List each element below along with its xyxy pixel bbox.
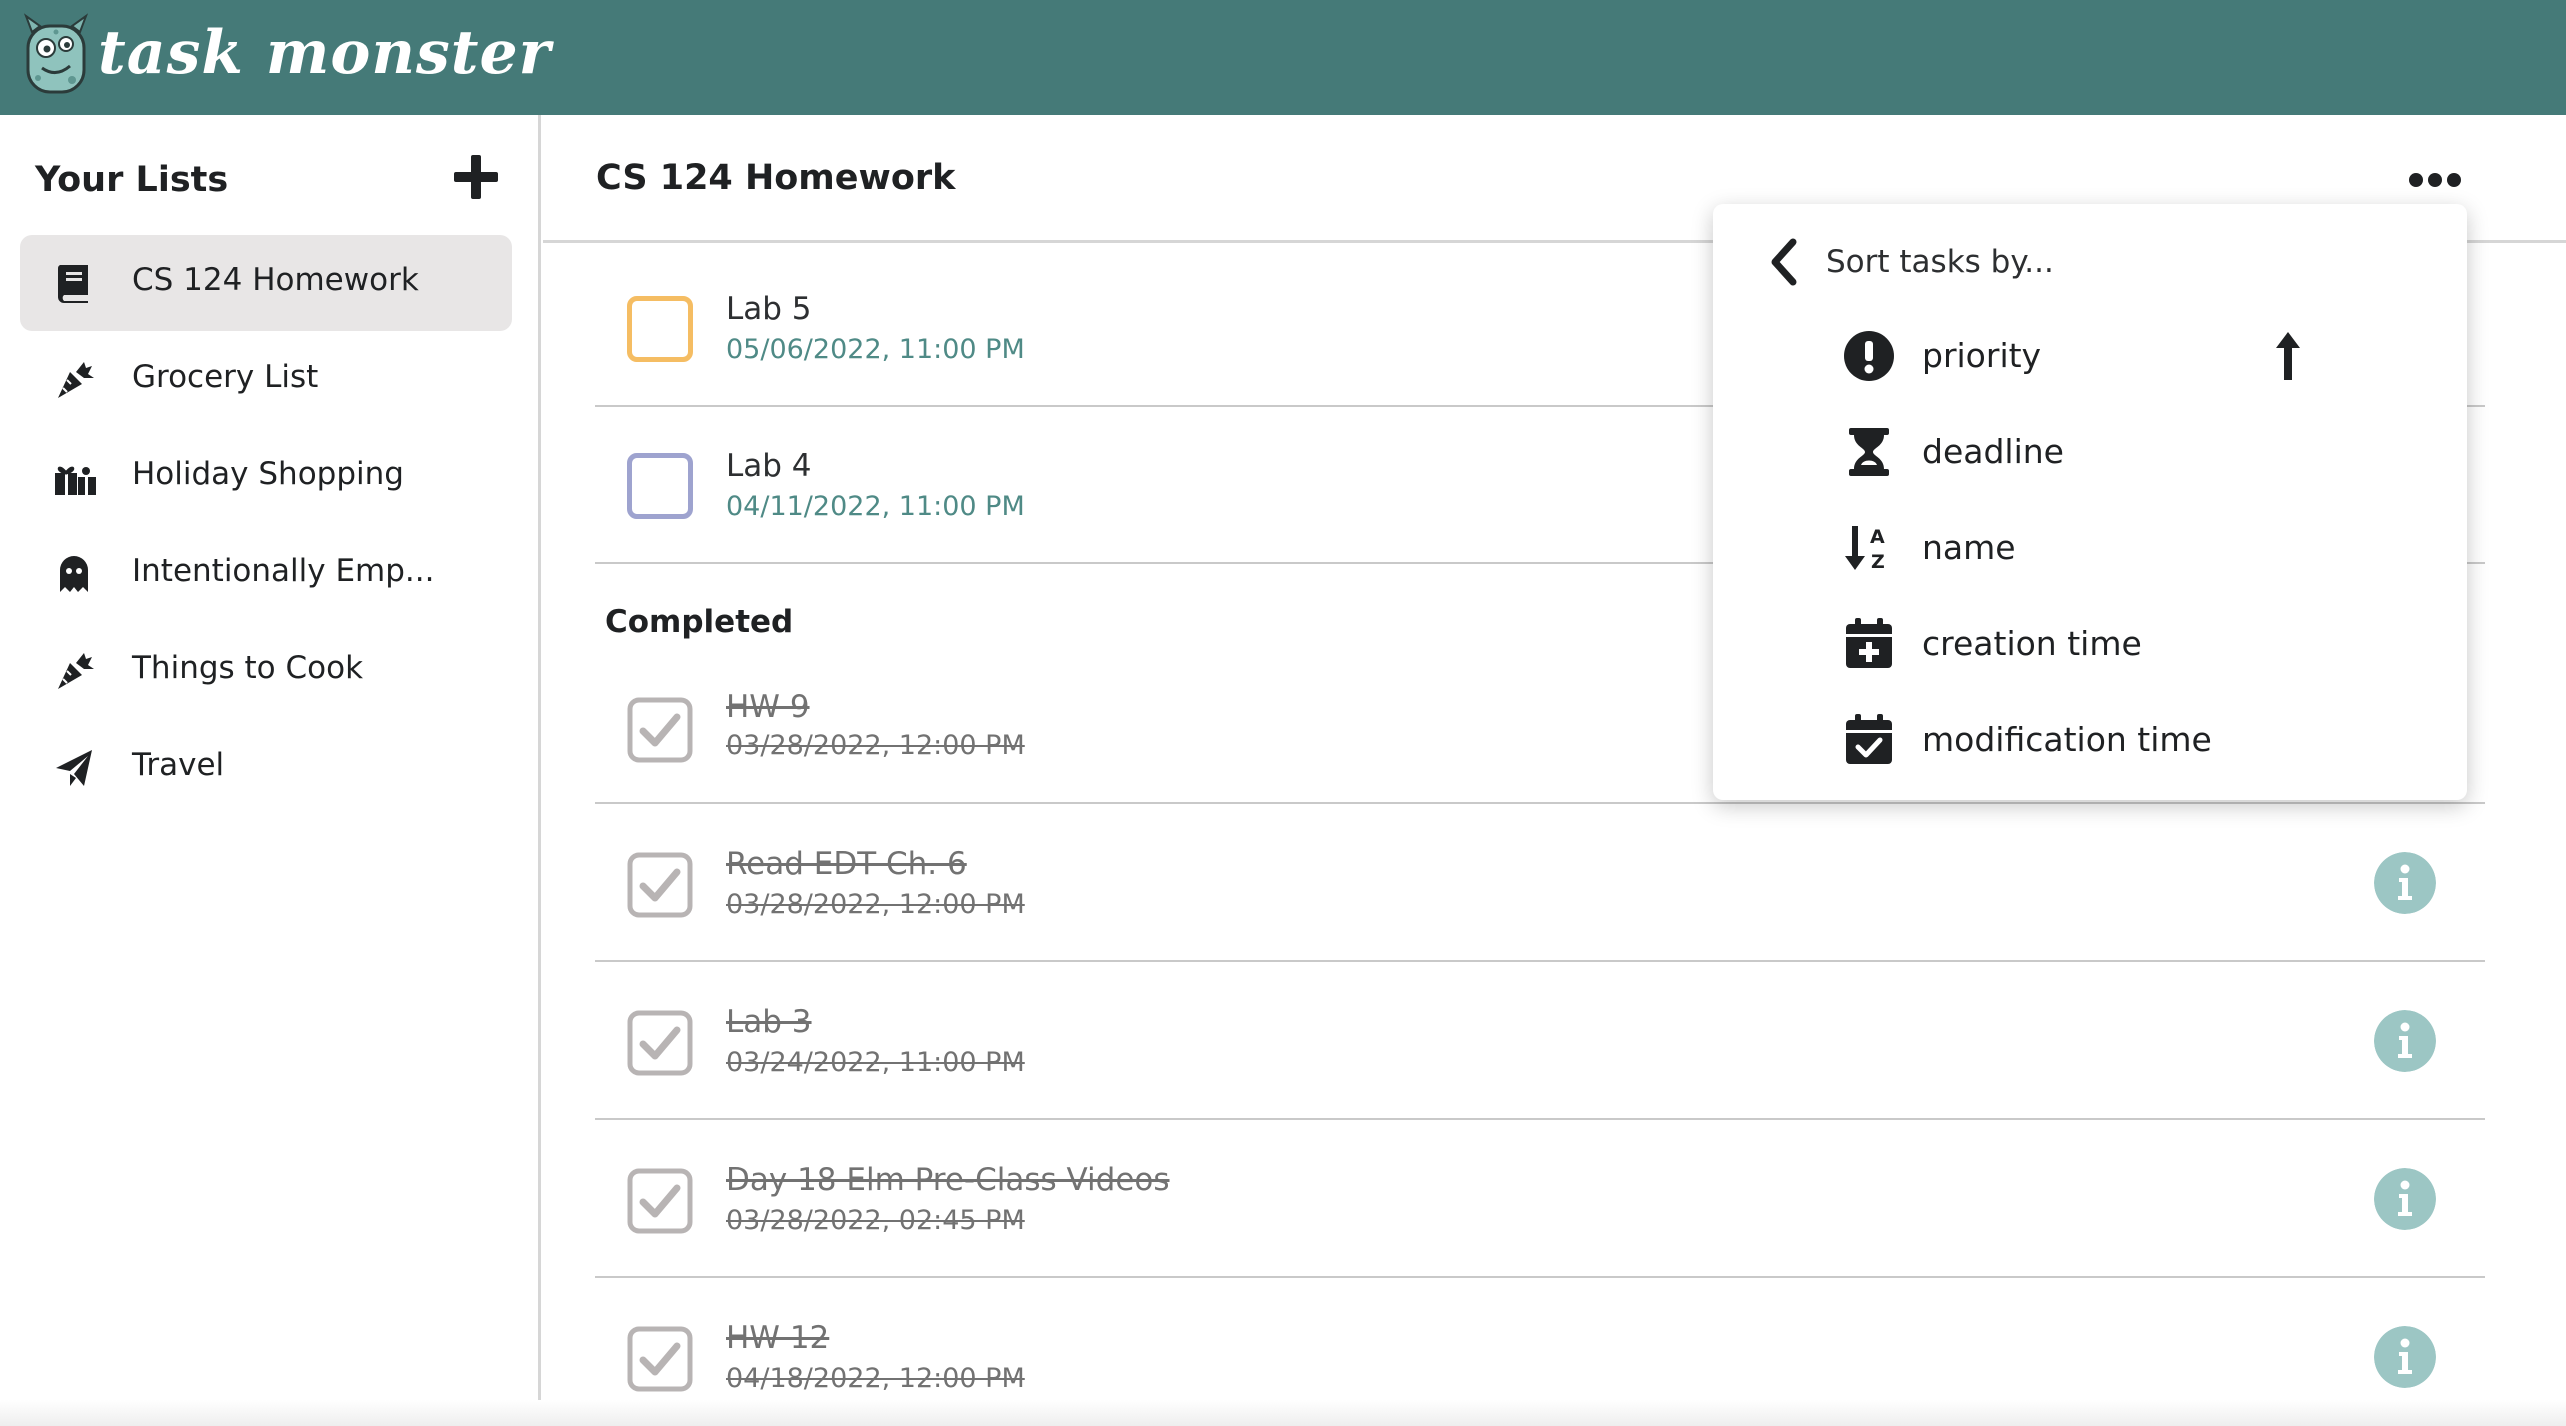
sidebar: Your Lists CS 124 Homework Grocery List	[0, 115, 541, 1426]
task-deadline: 04/18/2022, 12:00 PM	[726, 1363, 1025, 1394]
sidebar-item-label: Travel	[132, 747, 225, 783]
task-deadline: 03/28/2022, 12:00 PM	[726, 889, 1025, 920]
task-checkbox[interactable]	[627, 296, 693, 362]
sort-option-label: name	[1922, 528, 2016, 567]
sort-option-priority[interactable]: priority	[1713, 310, 2467, 400]
sort-option-deadline[interactable]: deadline	[1713, 406, 2467, 496]
sidebar-title: Your Lists	[35, 160, 229, 200]
svg-text:Z: Z	[1871, 551, 1885, 573]
page-title: CS 124 Homework	[596, 158, 956, 198]
sort-option-label: creation time	[1922, 624, 2142, 663]
exclamation-circle-icon	[1844, 331, 1894, 381]
calendar-plus-icon	[1846, 618, 1892, 668]
sidebar-item-intentionally-empty[interactable]: Intentionally Emp...	[20, 526, 512, 622]
sidebar-item-holiday-shopping[interactable]: Holiday Shopping	[20, 429, 512, 525]
sort-option-label: deadline	[1922, 432, 2064, 471]
paper-plane-icon	[56, 750, 92, 786]
sort-menu-title: Sort tasks by...	[1826, 244, 2054, 280]
task-name: HW 12	[726, 1320, 830, 1356]
sidebar-item-label: CS 124 Homework	[132, 262, 419, 298]
task-name: Read EDT Ch. 6	[726, 846, 967, 882]
gifts-icon	[55, 466, 96, 495]
sidebar-item-label: Grocery List	[132, 359, 319, 395]
task-deadline: 05/06/2022, 11:00 PM	[726, 334, 1025, 365]
task-row[interactable]: Day 18 Elm Pre-Class Videos 03/28/2022, …	[595, 1120, 2485, 1278]
sidebar-item-cs-124-homework[interactable]: CS 124 Homework	[20, 235, 512, 331]
sidebar-item-label: Holiday Shopping	[132, 456, 404, 492]
task-row[interactable]: Lab 3 03/24/2022, 11:00 PM	[595, 962, 2485, 1120]
task-checkbox[interactable]	[627, 453, 693, 519]
sort-option-modification-time[interactable]: modification time	[1713, 694, 2467, 784]
info-icon[interactable]	[2374, 1326, 2436, 1388]
info-icon[interactable]	[2374, 1168, 2436, 1230]
checked-checkbox-icon[interactable]	[627, 1010, 693, 1076]
arrow-up-icon[interactable]	[2273, 330, 2303, 382]
window-bottom-edge	[0, 1400, 2566, 1426]
task-name: HW 9	[726, 689, 810, 725]
checked-checkbox-icon[interactable]	[627, 852, 693, 918]
task-deadline: 04/11/2022, 11:00 PM	[726, 491, 1025, 522]
sort-option-label: priority	[1922, 336, 2042, 375]
calendar-check-icon	[1846, 714, 1892, 764]
info-icon[interactable]	[2374, 852, 2436, 914]
sort-option-name[interactable]: A Z name	[1713, 502, 2467, 592]
carrot-icon	[58, 653, 94, 689]
sidebar-item-things-to-cook[interactable]: Things to Cook	[20, 623, 512, 719]
sort-alpha-down-icon: A Z	[1845, 526, 1885, 573]
task-deadline: 03/28/2022, 02:45 PM	[726, 1205, 1025, 1236]
checked-checkbox-icon[interactable]	[627, 1326, 693, 1392]
sidebar-item-label: Things to Cook	[132, 650, 364, 686]
sort-menu: Sort tasks by... priority deadline A Z n…	[1713, 204, 2467, 800]
sidebar-item-travel[interactable]: Travel	[20, 720, 512, 816]
task-deadline: 03/24/2022, 11:00 PM	[726, 1047, 1025, 1078]
hourglass-icon	[1849, 428, 1889, 476]
info-icon[interactable]	[2374, 1010, 2436, 1072]
checked-checkbox-icon[interactable]	[627, 697, 693, 763]
ellipsis-icon[interactable]	[2408, 165, 2462, 195]
task-row[interactable]: Read EDT Ch. 6 03/28/2022, 12:00 PM	[595, 804, 2485, 962]
chevron-left-icon[interactable]	[1769, 238, 1799, 286]
sidebar-item-label: Intentionally Emp...	[132, 553, 435, 589]
svg-text:A: A	[1870, 526, 1885, 548]
task-name: Lab 3	[726, 1004, 812, 1040]
sort-option-label: modification time	[1922, 720, 2212, 759]
task-deadline: 03/28/2022, 12:00 PM	[726, 730, 1025, 761]
sort-option-creation-time[interactable]: creation time	[1713, 598, 2467, 688]
book-icon	[57, 265, 88, 303]
sidebar-item-grocery-list[interactable]: Grocery List	[20, 332, 512, 428]
task-name: Lab 4	[726, 448, 812, 484]
monster-logo-icon	[23, 13, 89, 94]
carrot-icon	[58, 362, 94, 398]
app-header: task monster	[0, 0, 2566, 115]
plus-icon[interactable]	[452, 153, 500, 201]
task-name: Day 18 Elm Pre-Class Videos	[726, 1162, 1170, 1198]
ghost-icon	[60, 556, 88, 592]
completed-heading: Completed	[605, 604, 794, 640]
app-name: task monster	[98, 18, 552, 88]
checked-checkbox-icon[interactable]	[627, 1168, 693, 1234]
task-name: Lab 5	[726, 291, 812, 327]
